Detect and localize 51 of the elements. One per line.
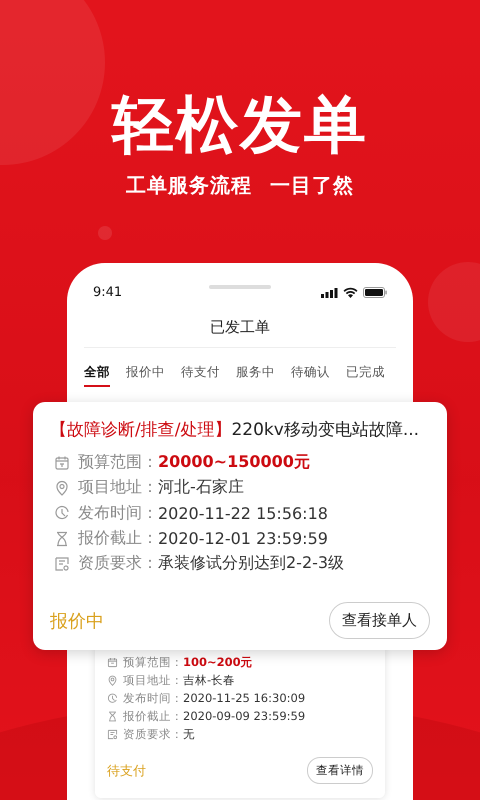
field-label: 预算范围： [78, 452, 158, 474]
field-value: 无 [183, 726, 195, 742]
field-label: 报价截止： [78, 528, 158, 550]
status-tab[interactable]: 待确认 [291, 364, 330, 387]
qualification-icon [107, 728, 118, 740]
signal-icon [321, 288, 338, 298]
field-label: 资质要求： [123, 726, 183, 742]
time-icon [107, 692, 118, 704]
field-value: 100~200元 [183, 654, 253, 670]
status-tab[interactable]: 服务中 [236, 364, 275, 387]
field-value: 2020-09-09 23:59:59 [183, 709, 306, 723]
field-value: 2020-11-22 15:56:18 [158, 504, 328, 523]
hero-subtitle: 工单服务流程 [126, 172, 252, 199]
field-value: 20000~150000元 [158, 452, 310, 474]
order-status: 待支付 [107, 762, 146, 780]
budget-icon [107, 656, 118, 668]
field-label: 项目地址： [123, 672, 183, 688]
budget-icon [54, 454, 70, 471]
field-label: 发布时间： [123, 690, 183, 706]
address-icon [107, 674, 118, 686]
field-value: 2020-12-01 23:59:59 [158, 529, 328, 548]
status-tab[interactable]: 全部 [84, 364, 110, 387]
field-value: 河北-石家庄 [158, 477, 244, 498]
view-takers-button[interactable]: 查看接单人 [329, 602, 430, 640]
status-tab[interactable]: 已完成 [346, 364, 385, 387]
notch-bar [209, 285, 271, 289]
hero-subtitle: 一目了然 [270, 172, 354, 199]
wifi-icon [343, 287, 358, 298]
qualification-icon [54, 556, 70, 572]
status-tab[interactable]: 待支付 [181, 364, 220, 387]
deadline-icon [54, 530, 70, 547]
order-status: 报价中 [50, 610, 104, 633]
order-title: 【故障诊断/排查/处理】220kv移动变电站故障... [50, 419, 420, 441]
status-time: 9:41 [93, 285, 122, 300]
hero-title: 轻松发单 [112, 90, 368, 160]
field-label: 项目地址： [78, 477, 158, 498]
address-icon [54, 480, 70, 496]
field-label: 报价截止： [123, 708, 183, 724]
deadline-icon [107, 710, 118, 722]
field-value: 吉林-长春 [183, 672, 236, 688]
battery-icon [363, 287, 387, 298]
decor-circle [98, 226, 112, 240]
page-title: 已发工单 [84, 318, 396, 348]
time-icon [54, 505, 70, 522]
field-value: 2020-11-25 16:30:09 [183, 691, 306, 705]
field-label: 预算范围： [123, 654, 183, 670]
field-label: 资质要求： [78, 553, 158, 574]
status-tab[interactable]: 报价中 [126, 364, 165, 387]
field-value: 承装修试分别达到2-2-3级 [158, 553, 344, 574]
details-button[interactable]: 查看详情 [307, 757, 373, 784]
field-label: 发布时间： [78, 502, 158, 524]
